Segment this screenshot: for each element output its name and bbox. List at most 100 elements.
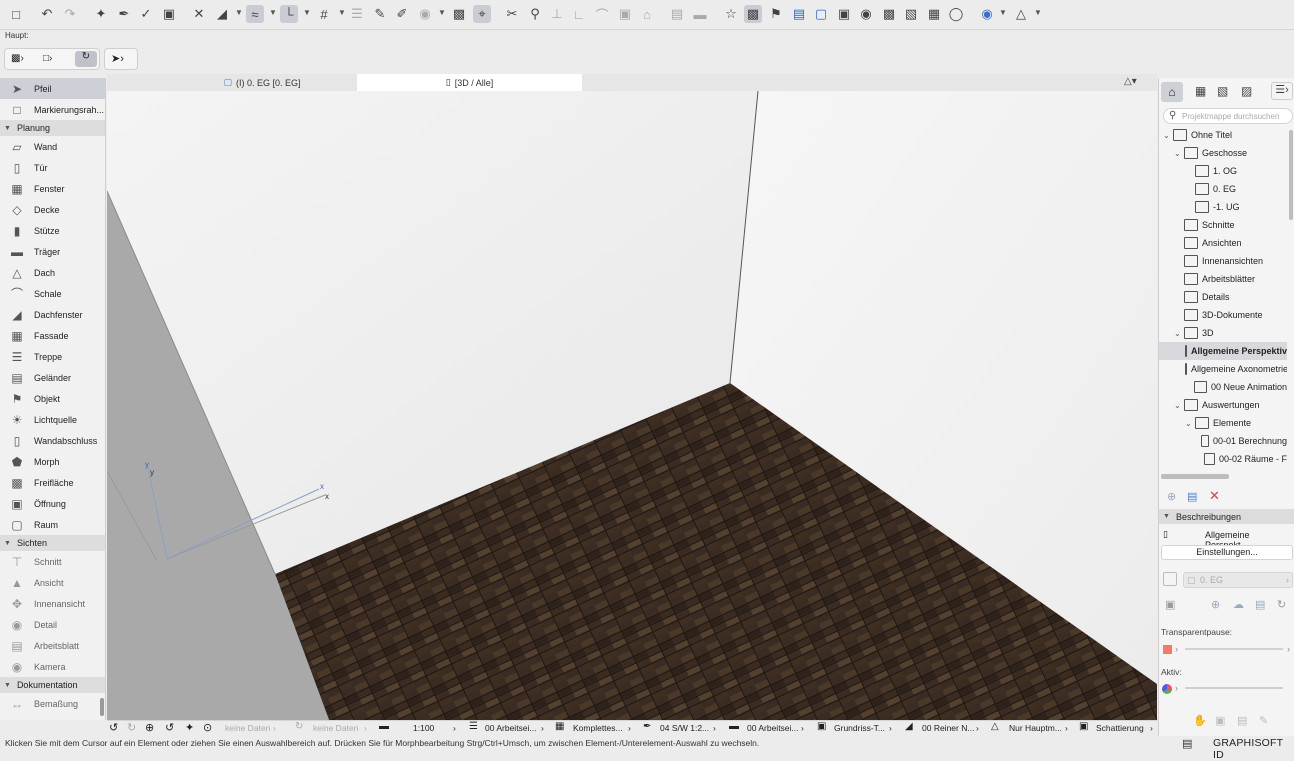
chevron-down-icon[interactable]: ▼ — [1034, 8, 1042, 17]
3d-viewport[interactable]: y y x x — [107, 91, 1157, 720]
tool-elevation[interactable]: ▲ Ansicht — [0, 572, 105, 593]
trace-slider[interactable] — [1185, 648, 1283, 650]
tree-item[interactable]: 0. EG — [1159, 180, 1287, 198]
tool-window[interactable]: ▦ Fenster — [0, 178, 105, 199]
tree-item[interactable]: ⌄ Ohne Titel — [1159, 126, 1287, 144]
active-color-icon[interactable] — [1162, 684, 1172, 694]
cube-icon[interactable]: ▣ — [835, 5, 853, 23]
view-map-tab-icon[interactable]: ▦ — [1195, 84, 1206, 98]
shading-combo[interactable]: Schattierung — [1096, 723, 1144, 733]
layer-set2-combo[interactable]: 00 Arbeitsei... — [747, 723, 799, 733]
view-icon[interactable]: ▩ — [744, 5, 762, 23]
renovation-combo[interactable]: 00 Reiner N... — [922, 723, 974, 733]
tree-hscrollbar[interactable] — [1161, 474, 1229, 479]
window-icon[interactable]: ▤ — [1182, 737, 1192, 750]
inject-icon[interactable]: ⚲ — [526, 5, 544, 23]
chevron-down-icon[interactable]: ▼ — [999, 8, 1007, 17]
hand-icon[interactable]: ✋ — [1193, 714, 1207, 727]
trim-icon[interactable]: ✕ — [190, 5, 208, 23]
measure-icon[interactable]: ◢ — [213, 5, 231, 23]
tool-object[interactable]: ⚑ Objekt — [0, 388, 105, 409]
grid-icon[interactable]: # — [315, 5, 333, 23]
chevron-down-icon[interactable]: ▼ — [235, 8, 243, 17]
graphisoft-id-link[interactable]: GRAPHISOFT ID — [1213, 737, 1294, 761]
tool-roof[interactable]: △ Dach — [0, 262, 105, 283]
tool-level-dimension[interactable]: ✦ Höhenbemaß... — [0, 714, 105, 721]
elevate-icon[interactable]: ⊥ — [548, 5, 566, 23]
star-icon[interactable]: ☆ — [722, 5, 740, 23]
chevron-down-icon[interactable]: ▼ — [303, 8, 311, 17]
tree-item[interactable]: ⌄ Geschosse — [1159, 144, 1287, 162]
chevron-down-icon[interactable]: ⌄ — [1174, 329, 1184, 338]
undo-icon[interactable]: ↶ — [38, 5, 56, 23]
graphic-override-combo[interactable]: Grundriss-T... — [834, 723, 885, 733]
keine-daten-2[interactable]: keine Daten — [313, 723, 358, 733]
magic-wand-icon[interactable]: ✦ — [92, 5, 110, 23]
chevron-down-icon[interactable]: ⌄ — [1174, 149, 1184, 158]
layer-combo[interactable]: 00 Arbeitsei... — [485, 723, 537, 733]
tool-door[interactable]: ▯ Tür — [0, 157, 105, 178]
delete-icon[interactable]: ✕ — [1209, 488, 1220, 504]
tool-lamp[interactable]: ☀ Lichtquelle — [0, 409, 105, 430]
section-dokumentation[interactable]: ▼ Dokumentation — [0, 677, 105, 693]
new-folder-icon[interactable]: ☁ — [1233, 598, 1244, 611]
tab-3d[interactable]: ▯ [3D / Alle] — [357, 74, 582, 91]
lock-icon[interactable]: ◉ — [416, 5, 434, 23]
tool-wall-end[interactable]: ▯ Wandabschluss — [0, 430, 105, 451]
tool-zone[interactable]: ▢ Raum — [0, 514, 105, 535]
undo-zoom-icon[interactable]: ↺ — [109, 721, 118, 734]
snap-icon[interactable]: ≈ — [246, 5, 264, 23]
chevron-down-icon[interactable]: ▼ — [338, 8, 346, 17]
active-slider[interactable] — [1185, 687, 1283, 689]
section-planung[interactable]: ▼ Planung — [0, 120, 105, 136]
tree-item[interactable]: Details — [1159, 288, 1287, 306]
tree-item[interactable]: Ansichten — [1159, 234, 1287, 252]
tool-section[interactable]: ⊤ Schnitt — [0, 551, 105, 572]
tree-item[interactable]: 00-01 Berechnung — [1159, 432, 1287, 450]
tree-item[interactable]: 00-02 Räume - F — [1159, 450, 1287, 468]
project-map-tab-icon[interactable]: ⌂ — [1161, 82, 1183, 102]
tree-item[interactable]: Arbeitsblätter — [1159, 270, 1287, 288]
chevron-down-icon[interactable]: ⌄ — [1163, 131, 1173, 140]
project-search-input[interactable]: ⚲ Projektmappe durchsuchen — [1163, 108, 1293, 124]
tool-worksheet[interactable]: ▤ Arbeitsblatt — [0, 635, 105, 656]
navigator-menu-icon[interactable]: ☰› — [1271, 82, 1293, 100]
pen-icon[interactable]: ✎ — [371, 5, 389, 23]
photo-icon[interactable]: ▩ — [880, 5, 898, 23]
globe-icon[interactable]: ◉ — [978, 5, 996, 23]
tool-skylight[interactable]: ◢ Dachfenster — [0, 304, 105, 325]
tool-railing[interactable]: ▤ Geländer — [0, 367, 105, 388]
tool-detail[interactable]: ◉ Detail — [0, 614, 105, 635]
guideline-icon[interactable]: └ — [280, 5, 298, 23]
chart-icon[interactable]: ▤ — [790, 5, 808, 23]
section-sichten[interactable]: ▼ Sichten — [0, 535, 105, 551]
document-icon[interactable]: ▦ — [925, 5, 943, 23]
tree-item[interactable]: 00 Neue Animation — [1159, 378, 1287, 396]
edit-icon[interactable]: ✎ — [1259, 714, 1268, 727]
rotate-icon[interactable]: ↻ — [75, 51, 97, 67]
tree-item[interactable]: ⌄ Elemente — [1159, 414, 1287, 432]
view-settings-icon[interactable] — [1163, 572, 1177, 586]
redo-zoom-icon[interactable]: ↻ — [127, 721, 136, 734]
tree-item[interactable]: ⌄ Auswertungen — [1159, 396, 1287, 414]
tree-item[interactable]: Allgemeine Axonometrie — [1159, 360, 1287, 378]
beschreibungen-section[interactable]: ▼ Beschreibungen — [1159, 509, 1294, 524]
curve-icon[interactable]: ⌒ — [593, 5, 611, 23]
publisher-tab-icon[interactable]: ▨ — [1241, 84, 1252, 98]
shield-icon[interactable]: △ — [1012, 5, 1030, 23]
scale-value[interactable]: 1:100 — [413, 723, 434, 733]
duplicate-icon[interactable]: ▤ — [1255, 598, 1265, 611]
tool-marquee[interactable]: □ Markierungsrah... — [0, 99, 105, 120]
layer-icon[interactable]: ☰ — [348, 5, 366, 23]
tool-camera[interactable]: ◉ Kamera — [0, 656, 105, 677]
ruler-icon[interactable]: ◯ — [947, 5, 965, 23]
story-field[interactable]: ▢ 0. EG › — [1183, 572, 1293, 588]
clone-icon[interactable]: ▣ — [1165, 598, 1175, 611]
tree-item[interactable]: Innenansichten — [1159, 252, 1287, 270]
flag-icon[interactable]: ⚑ — [767, 5, 785, 23]
model-view-combo[interactable]: Komplettes... — [573, 723, 623, 733]
tool-dimension[interactable]: ↔ Bemaßung — [0, 693, 105, 714]
angle-icon[interactable]: ∟ — [570, 5, 588, 23]
marquee-mode-icon[interactable]: ▩› — [11, 53, 24, 64]
tool-shell[interactable]: ⌒ Schale — [0, 283, 105, 304]
